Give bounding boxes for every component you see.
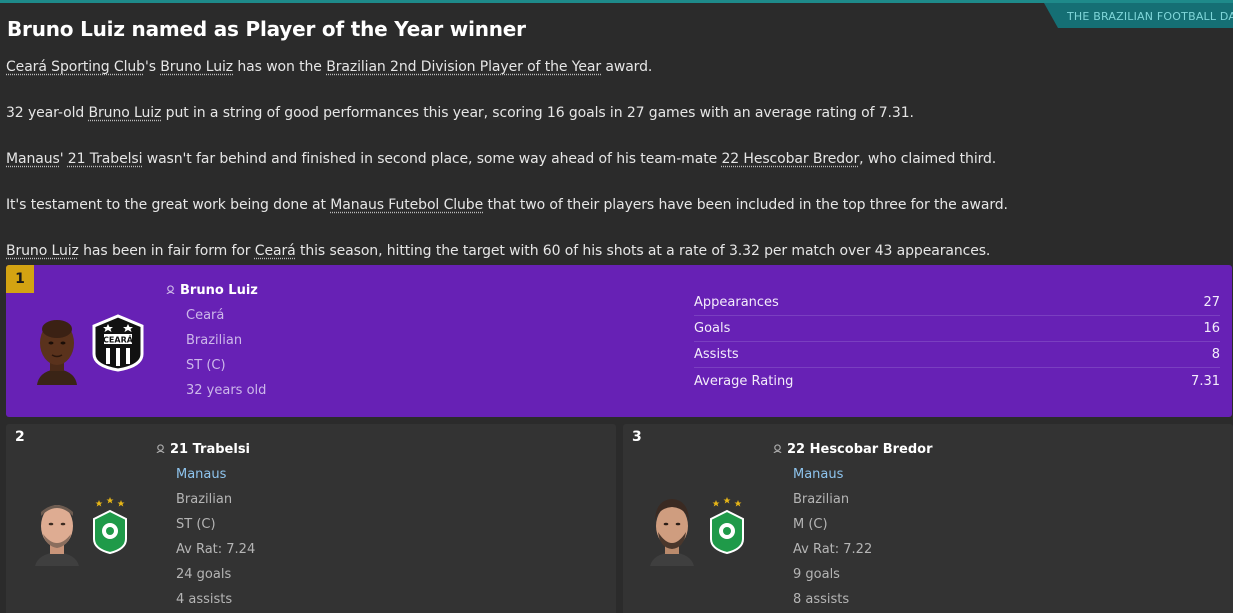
player-name[interactable]: 22 Hescobar Bredor xyxy=(773,442,933,457)
stat-value: 16 xyxy=(1203,321,1220,336)
stat-row-appearances: Appearances 27 xyxy=(694,290,1220,316)
stat-row-average-rating: Average Rating 7.31 xyxy=(694,368,1220,394)
player-position: ST (C) xyxy=(176,517,216,532)
player-rating: Av Rat: 7.24 xyxy=(176,542,256,557)
player-nationality: Brazilian xyxy=(186,333,243,348)
winner-stats-table: Appearances 27 Goals 16 Assists 8 Averag… xyxy=(694,290,1220,394)
rank-badge: 1 xyxy=(6,265,34,293)
player-link-hescobar-bredor[interactable]: 22 Hescobar Bredor xyxy=(721,151,859,167)
stat-row-goals: Goals 16 xyxy=(694,316,1220,342)
article-paragraph: Manaus' 21 Trabelsi wasn't far behind an… xyxy=(6,151,996,167)
top-accent-line xyxy=(0,0,1233,3)
player-position: M (C) xyxy=(793,517,828,532)
player-face-icon[interactable] xyxy=(33,313,81,385)
player-goals: 9 goals xyxy=(793,567,840,582)
stat-value: 7.31 xyxy=(1191,373,1220,389)
text-fragment: , who claimed third. xyxy=(859,151,997,167)
club-crest-manaus-icon[interactable] xyxy=(707,497,747,555)
text-fragment: wasn't far behind and finished in second… xyxy=(142,151,722,167)
club-crest-ceara-icon[interactable]: CEARÁ xyxy=(90,314,146,372)
person-icon xyxy=(773,444,782,453)
club-link-manaus[interactable]: Manaus xyxy=(6,151,60,167)
person-icon xyxy=(166,285,175,294)
club-link-ceara[interactable]: Ceará Sporting Club xyxy=(6,59,145,75)
player-position: ST (C) xyxy=(186,358,226,373)
player-club[interactable]: Manaus xyxy=(793,467,843,482)
stat-value: 8 xyxy=(1211,347,1220,362)
club-crest-manaus-icon[interactable] xyxy=(90,497,130,555)
player-nationality: Brazilian xyxy=(176,492,233,507)
player-face-icon[interactable] xyxy=(32,494,82,566)
club-link-ceara[interactable]: Ceará xyxy=(255,243,296,259)
player-club[interactable]: Ceará xyxy=(186,308,224,323)
text-fragment: put in a string of good performances thi… xyxy=(161,105,914,121)
rank-number: 3 xyxy=(632,429,642,445)
text-fragment: that two of their players have been incl… xyxy=(483,197,1008,213)
player-link-bruno-luiz[interactable]: Bruno Luiz xyxy=(160,59,233,75)
player-nationality: Brazilian xyxy=(793,492,850,507)
player-name-text: 22 Hescobar Bredor xyxy=(787,442,933,457)
source-tag: THE BRAZILIAN FOOTBALL DAILY xyxy=(1044,3,1233,28)
player-name[interactable]: 21 Trabelsi xyxy=(156,442,250,457)
runner-up-card: 3 22 Hescobar Bredor Manaus Brazilian M … xyxy=(623,424,1233,613)
stat-row-assists: Assists 8 xyxy=(694,342,1220,368)
player-link-trabelsi[interactable]: 21 Trabelsi xyxy=(68,151,143,167)
winner-card: 1 CEARÁ Bruno Luiz Ceará Brazilian ST (C… xyxy=(6,265,1232,417)
text-fragment: 's xyxy=(144,59,161,75)
crest-lettering: CEARÁ xyxy=(103,334,134,345)
text-fragment: award. xyxy=(601,59,653,75)
player-link-bruno-luiz[interactable]: Bruno Luiz xyxy=(6,243,79,259)
stat-label: Goals xyxy=(694,321,731,336)
article-paragraph: Bruno Luiz has been in fair form for Cea… xyxy=(6,243,990,259)
player-name-text: Bruno Luiz xyxy=(180,283,258,298)
player-face-icon[interactable] xyxy=(647,494,697,566)
player-age: 32 years old xyxy=(186,383,267,398)
text-fragment: has been in fair form for xyxy=(78,243,255,259)
article-paragraph: 32 year-old Bruno Luiz put in a string o… xyxy=(6,105,914,121)
player-name-text: 21 Trabelsi xyxy=(170,442,251,457)
text-fragment: has won the xyxy=(233,59,327,75)
text-fragment: ' xyxy=(59,151,68,167)
player-goals: 24 goals xyxy=(176,567,232,582)
runner-up-card: 2 21 Trabelsi Manaus Brazilian ST (C) Av… xyxy=(6,424,616,613)
stat-label: Assists xyxy=(694,347,739,362)
player-club[interactable]: Manaus xyxy=(176,467,226,482)
person-icon xyxy=(156,444,165,453)
page-title: Bruno Luiz named as Player of the Year w… xyxy=(7,17,526,41)
award-link[interactable]: Brazilian 2nd Division Player of the Yea… xyxy=(326,59,601,75)
text-fragment: 32 year-old xyxy=(6,105,89,121)
stat-label: Average Rating xyxy=(694,373,794,389)
player-link-bruno-luiz[interactable]: Bruno Luiz xyxy=(89,105,162,121)
club-link-manaus-futebol-clube[interactable]: Manaus Futebol Clube xyxy=(330,197,483,213)
article-paragraph: It's testament to the great work being d… xyxy=(6,197,1008,213)
text-fragment: It's testament to the great work being d… xyxy=(6,197,331,213)
rank-number: 2 xyxy=(15,429,25,445)
player-assists: 4 assists xyxy=(176,592,233,607)
stat-value: 27 xyxy=(1203,295,1220,310)
stat-label: Appearances xyxy=(694,295,779,310)
text-fragment: this season, hitting the target with 60 … xyxy=(295,243,991,259)
player-name[interactable]: Bruno Luiz xyxy=(166,283,258,298)
article-paragraph: Ceará Sporting Club's Bruno Luiz has won… xyxy=(6,59,652,75)
player-assists: 8 assists xyxy=(793,592,850,607)
player-rating: Av Rat: 7.22 xyxy=(793,542,873,557)
